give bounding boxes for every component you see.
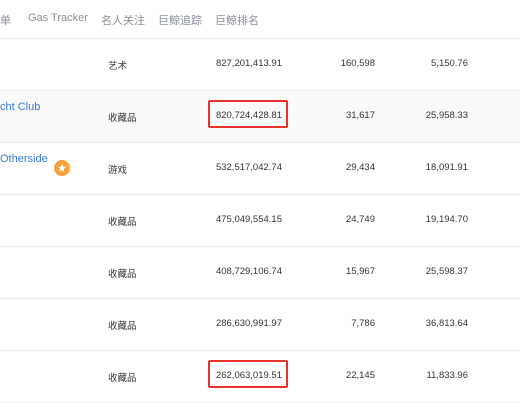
category-cell: 收藏品 bbox=[108, 217, 137, 228]
trades-cell: 31,617 bbox=[345, 110, 375, 121]
avg-price-cell: 25,598.37 bbox=[425, 266, 468, 277]
category-cell: 收藏品 bbox=[108, 373, 137, 384]
volume-cell: 827,201,413.91 bbox=[215, 58, 282, 69]
table-row[interactable]: 收藏品 475,049,554.15 24,749 19,194.70 bbox=[0, 195, 520, 247]
volume-cell: 262,063,019.51 bbox=[215, 370, 282, 381]
trades-cell: 15,967 bbox=[345, 266, 375, 277]
table-row[interactable]: 收藏品 262,063,019.51 22,145 11,833.96 bbox=[0, 351, 520, 403]
trades-cell: 29,434 bbox=[345, 162, 375, 173]
table-row[interactable]: 收藏品 408,729,106.74 15,967 25,598.37 bbox=[0, 247, 520, 299]
new-badge-icon bbox=[54, 160, 70, 176]
table-row[interactable]: 收藏品 286,630,991.97 7,786 36,813.64 bbox=[0, 299, 520, 351]
nav-item-celebrity-follow[interactable]: 名人关注 bbox=[101, 12, 145, 28]
volume-cell: 820,724,428.81 bbox=[215, 110, 282, 121]
collection-table: 艺术 827,201,413.91 160,598 5,150.76 cht C… bbox=[0, 39, 520, 403]
trades-cell: 22,145 bbox=[345, 370, 375, 381]
nav-item-gas-tracker[interactable]: Gas Tracker bbox=[28, 12, 88, 24]
nav-item-ranking[interactable]: 单 bbox=[0, 12, 11, 28]
category-cell: 艺术 bbox=[108, 61, 128, 72]
trades-cell: 7,786 bbox=[351, 318, 375, 329]
nav-item-whale-ranking[interactable]: 巨鲸排名 bbox=[215, 12, 259, 28]
collection-name-link[interactable]: cht Club bbox=[0, 101, 40, 113]
new-badge-icon bbox=[58, 164, 66, 172]
volume-cell: 408,729,106.74 bbox=[215, 266, 282, 277]
nav-item-whale-tracking[interactable]: 巨鲸追踪 bbox=[158, 12, 202, 28]
trades-cell: 24,749 bbox=[345, 214, 375, 225]
category-cell: 收藏品 bbox=[108, 113, 137, 124]
volume-cell: 532,517,042.74 bbox=[215, 162, 282, 173]
avg-price-cell: 19,194.70 bbox=[425, 214, 468, 225]
volume-cell: 286,630,991.97 bbox=[215, 318, 282, 329]
category-cell: 游戏 bbox=[108, 165, 128, 176]
volume-cell: 475,049,554.15 bbox=[215, 214, 282, 225]
collection-name-link[interactable]: Otherside bbox=[0, 153, 48, 165]
category-cell: 收藏品 bbox=[108, 269, 137, 280]
category-cell: 收藏品 bbox=[108, 321, 137, 332]
table-row[interactable]: cht Club 收藏品 820,724,428.81 31,617 25,95… bbox=[0, 91, 520, 143]
avg-price-cell: 36,813.64 bbox=[425, 318, 468, 329]
avg-price-cell: 11,833.96 bbox=[426, 370, 468, 381]
avg-price-cell: 5,150.76 bbox=[431, 58, 468, 69]
table-row[interactable]: 艺术 827,201,413.91 160,598 5,150.76 bbox=[0, 39, 520, 91]
top-navigation: 单 Gas Tracker 名人关注 巨鲸追踪 巨鲸排名 bbox=[0, 0, 520, 39]
trades-cell: 160,598 bbox=[340, 58, 375, 69]
table-row[interactable]: Otherside 游戏 532,517,042.74 29,434 18,09… bbox=[0, 143, 520, 195]
avg-price-cell: 18,091.91 bbox=[425, 162, 468, 173]
avg-price-cell: 25,958.33 bbox=[425, 110, 468, 121]
